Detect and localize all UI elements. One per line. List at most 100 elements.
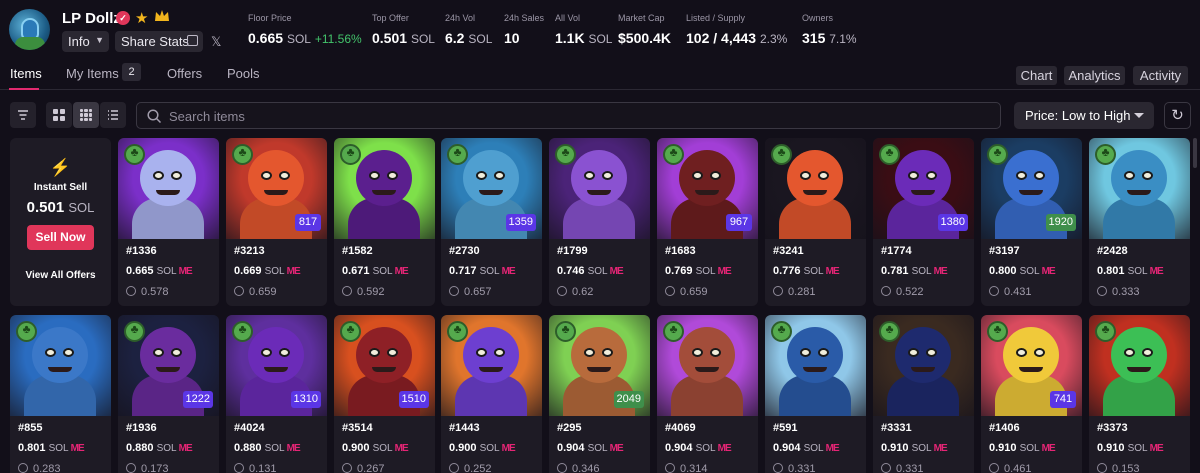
nft-card[interactable]: 817 #3213 0.669 SOLME 0.659 — [226, 138, 327, 306]
nft-best-offer-value: 0.522 — [896, 286, 924, 298]
nft-image[interactable] — [765, 138, 866, 239]
nft-card[interactable]: #4069 0.904 SOLME 0.314 — [657, 315, 758, 473]
grid-2x2-icon — [53, 109, 65, 121]
nft-id: #3331 — [881, 422, 912, 434]
nft-best-offer: 0.592 — [342, 286, 385, 298]
nft-image[interactable] — [118, 138, 219, 239]
tab-my-items[interactable]: My Items — [66, 66, 119, 81]
nft-image[interactable] — [873, 315, 974, 416]
magic-eden-icon: ME — [501, 443, 516, 454]
nft-image[interactable] — [1089, 138, 1190, 239]
nft-card[interactable]: 1510 #3514 0.900 SOLME 0.267 — [334, 315, 435, 473]
nft-price-unit: SOL — [803, 266, 824, 277]
grid-3x3-icon — [80, 109, 92, 121]
nft-image[interactable]: 1380 — [873, 138, 974, 239]
stat-owners: Owners 315 7.1% — [802, 13, 857, 46]
nft-image[interactable] — [765, 315, 866, 416]
nft-card[interactable]: #1799 0.746 SOLME 0.62 — [549, 138, 650, 306]
nft-card[interactable]: 1310 #4024 0.880 SOLME 0.131 — [226, 315, 327, 473]
nft-price-unit: SOL — [156, 266, 177, 277]
offer-icon — [1097, 463, 1107, 473]
tab-items[interactable]: Items — [10, 66, 42, 81]
nft-image[interactable]: 1510 — [334, 315, 435, 416]
nft-card[interactable]: 1359 #2730 0.717 SOLME 0.657 — [441, 138, 542, 306]
activity-button[interactable]: Activity — [1133, 66, 1188, 85]
nft-card[interactable]: #1582 0.671 SOLME 0.592 — [334, 138, 435, 306]
nft-image[interactable] — [1089, 315, 1190, 416]
nft-id: #3373 — [1097, 422, 1128, 434]
nft-card[interactable]: #591 0.904 SOLME 0.331 — [765, 315, 866, 473]
stat-value-row: 0.665 SOL +11.56% — [248, 30, 362, 46]
nft-image[interactable] — [657, 315, 758, 416]
nft-card[interactable]: #1443 0.900 SOLME 0.252 — [441, 315, 542, 473]
nft-image[interactable]: 1310 — [226, 315, 327, 416]
sort-dropdown[interactable]: Price: Low to High — [1014, 102, 1154, 129]
tab-pools[interactable]: Pools — [227, 66, 260, 81]
nft-price-unit: SOL — [264, 266, 285, 277]
share-stats-label: Share Stats — [121, 34, 189, 49]
nft-card[interactable]: 2049 #295 0.904 SOLME 0.346 — [549, 315, 650, 473]
nft-price-unit: SOL — [156, 443, 177, 454]
rarity-rank-badge: 817 — [295, 214, 321, 231]
nft-card[interactable]: 1920 #3197 0.800 SOLME 0.431 — [981, 138, 1082, 306]
nft-card[interactable]: #3331 0.910 SOLME 0.331 — [873, 315, 974, 473]
tab-offers[interactable]: Offers — [167, 66, 202, 81]
filter-toggle-button[interactable] — [10, 102, 36, 128]
nft-image[interactable] — [334, 138, 435, 239]
nft-price-value: 0.801 — [1097, 265, 1125, 277]
nft-card[interactable]: 1380 #1774 0.781 SOLME 0.522 — [873, 138, 974, 306]
view-all-offers-link[interactable]: View All Offers — [10, 270, 111, 281]
instant-sell-value: 0.501 — [26, 199, 65, 216]
nft-image[interactable]: 2049 — [549, 315, 650, 416]
nft-image[interactable]: 1359 — [441, 138, 542, 239]
nft-best-offer: 0.131 — [234, 463, 277, 473]
nft-card[interactable]: 741 #1406 0.910 SOLME 0.461 — [981, 315, 1082, 473]
rarity-rank-badge: 1510 — [398, 391, 429, 408]
clover-icon — [1095, 321, 1116, 342]
nft-card[interactable]: #1336 0.665 SOLME 0.578 — [118, 138, 219, 306]
grid-compact-view-button[interactable] — [73, 102, 99, 128]
nft-image[interactable]: 967 — [657, 138, 758, 239]
clover-icon — [663, 144, 684, 165]
x-twitter-icon[interactable]: 𝕏 — [211, 34, 221, 50]
grid-large-view-button[interactable] — [46, 102, 72, 128]
nft-image[interactable]: 741 — [981, 315, 1082, 416]
nft-image[interactable] — [441, 315, 542, 416]
nft-price: 0.669 SOL ME — [234, 265, 301, 277]
chart-button[interactable]: Chart — [1016, 66, 1057, 85]
offer-icon — [557, 286, 567, 296]
nft-price: 0.801 SOL ME — [1097, 265, 1164, 277]
nft-card[interactable]: #855 0.801 SOLME 0.283 — [10, 315, 111, 473]
clover-icon — [340, 321, 361, 342]
list-view-button[interactable] — [100, 102, 126, 128]
share-stats-button[interactable]: Share Stats — [115, 31, 203, 52]
scrollbar[interactable] — [1193, 138, 1197, 168]
nft-image[interactable] — [549, 138, 650, 239]
offer-icon — [342, 463, 352, 473]
nft-card[interactable]: 1222 #1936 0.880 SOLME 0.173 — [118, 315, 219, 473]
stat-top-offer: Top Offer 0.501 SOL — [372, 13, 435, 46]
info-dropdown-button[interactable]: Info ▼ — [62, 31, 109, 52]
search-input[interactable] — [169, 107, 969, 125]
nft-image[interactable] — [10, 315, 111, 416]
nft-best-offer-value: 0.331 — [896, 463, 924, 473]
nft-card[interactable]: #3241 0.776 SOLME 0.281 — [765, 138, 866, 306]
nft-id: #3514 — [342, 422, 373, 434]
nft-card[interactable]: #2428 0.801 SOLME 0.333 — [1089, 138, 1190, 306]
refresh-button[interactable]: ↻ — [1164, 102, 1191, 129]
nft-card[interactable]: #3373 0.910 SOLME 0.153 — [1089, 315, 1190, 473]
nft-image[interactable]: 817 — [226, 138, 327, 239]
magic-eden-icon: ME — [286, 266, 301, 277]
nft-price-unit: SOL — [479, 266, 500, 277]
collection-avatar[interactable] — [9, 9, 50, 50]
nft-card[interactable]: 967 #1683 0.769 SOLME 0.659 — [657, 138, 758, 306]
nft-price: 0.910 SOL ME — [881, 442, 948, 454]
nft-price-value: 0.769 — [665, 265, 693, 277]
nft-id: #855 — [18, 422, 43, 434]
nft-image[interactable]: 1222 — [118, 315, 219, 416]
analytics-button[interactable]: Analytics — [1064, 66, 1125, 85]
sell-now-button[interactable]: Sell Now — [27, 225, 94, 250]
clover-icon — [771, 321, 792, 342]
nft-image[interactable]: 1920 — [981, 138, 1082, 239]
nft-price: 0.665 SOL ME — [126, 265, 193, 277]
